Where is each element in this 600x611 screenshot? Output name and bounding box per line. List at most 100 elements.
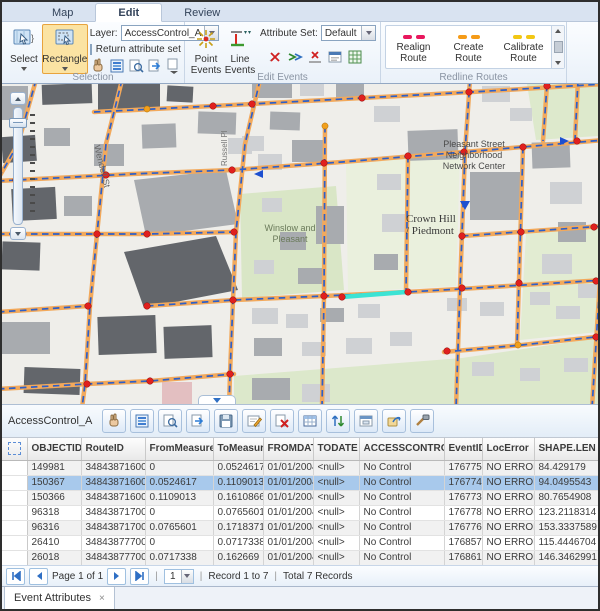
delete-event-icon[interactable] xyxy=(306,48,323,65)
attribute-grid-icon[interactable] xyxy=(346,48,363,65)
zoom-in-button[interactable] xyxy=(10,92,26,105)
cell: 0.0524617 xyxy=(213,460,263,475)
tab-edit[interactable]: Edit xyxy=(95,3,162,22)
selected-records-list-icon[interactable] xyxy=(130,409,154,433)
event-form-icon[interactable] xyxy=(326,48,343,65)
table-row[interactable]: 96316348438717000.07656010.171837101/01/… xyxy=(2,520,598,535)
map-zoom-slider[interactable] xyxy=(8,92,42,242)
rectangle-select-button[interactable]: Rectangle xyxy=(42,24,88,74)
row-selector[interactable] xyxy=(2,475,27,490)
table-row[interactable]: 963183484387170000.076560101/01/2004<nul… xyxy=(2,505,598,520)
rectangle-dropdown-caret[interactable] xyxy=(62,67,68,71)
table-row[interactable]: 264103484387770000.071733801/01/2004<nul… xyxy=(2,535,598,550)
row-selector[interactable] xyxy=(2,535,27,550)
bottom-tab-bar: Event Attributes × xyxy=(2,586,598,610)
zoom-out-button[interactable] xyxy=(10,227,26,240)
park-label: Pleasant xyxy=(272,234,308,244)
split-event-icon[interactable] xyxy=(266,48,283,65)
cell: 123.2118314 xyxy=(534,505,598,520)
row-selector[interactable] xyxy=(2,550,27,565)
first-page-button[interactable] xyxy=(6,568,25,585)
cell: 96318 xyxy=(27,505,81,520)
merge-events-icon[interactable] xyxy=(286,48,303,65)
table-row[interactable]: 1499813484387160000.052461701/01/2004<nu… xyxy=(2,460,598,475)
attribute-set-dropdown-caret[interactable] xyxy=(361,26,375,40)
column-header-tomeasure[interactable]: ToMeasure xyxy=(213,438,263,460)
show-table-icon[interactable] xyxy=(298,409,322,433)
cell: 80.7654908 xyxy=(534,490,598,505)
close-tab-icon[interactable]: × xyxy=(99,593,105,604)
open-window-icon[interactable] xyxy=(354,409,378,433)
previous-page-button[interactable] xyxy=(29,568,48,585)
select-all-header[interactable] xyxy=(2,438,27,460)
edit-attributes-icon[interactable] xyxy=(242,409,266,433)
line-events-icon xyxy=(228,27,252,54)
row-selector[interactable] xyxy=(2,505,27,520)
table-row[interactable]: 150366348438716000.11090130.161086601/01… xyxy=(2,490,598,505)
event-attributes-tab[interactable]: Event Attributes × xyxy=(4,587,115,610)
create-route-button[interactable]: CreateRoute xyxy=(441,26,496,68)
column-header-locerror[interactable]: LocError xyxy=(482,438,534,460)
redline-routes-group: RealignRoute CreateRoute CalibrateRoute … xyxy=(381,22,567,83)
tab-map[interactable]: Map xyxy=(30,4,95,21)
cell: 26018 xyxy=(27,550,81,565)
point-events-icon xyxy=(194,27,218,54)
page-number-select[interactable]: 1 xyxy=(164,569,194,584)
row-selector[interactable] xyxy=(2,490,27,505)
attribute-table-container[interactable]: OBJECTIDRouteIDFromMeasureToMeasureFROMD… xyxy=(2,437,598,565)
return-attribute-set-checkbox[interactable] xyxy=(90,44,92,55)
page-select-caret[interactable] xyxy=(181,570,193,583)
save-edits-icon[interactable] xyxy=(214,409,238,433)
collapse-arrow-icon xyxy=(213,398,221,403)
column-header-frommeasure[interactable]: FromMeasure xyxy=(145,438,213,460)
column-header-objectid[interactable]: OBJECTID xyxy=(27,438,81,460)
calibrate-route-button[interactable]: CalibrateRoute xyxy=(496,26,551,68)
line-events-button[interactable]: LineEvents xyxy=(223,24,257,79)
select-dropdown-caret[interactable] xyxy=(21,67,27,71)
zoom-to-selected-icon[interactable] xyxy=(158,409,182,433)
record-range-text: Record 1 to 7 xyxy=(208,571,268,582)
column-header-eventid[interactable]: EventID xyxy=(444,438,482,460)
export-records-icon[interactable] xyxy=(382,409,406,433)
table-tools-icon[interactable] xyxy=(410,409,434,433)
clear-selection-icon[interactable] xyxy=(102,409,126,433)
scrollbar-thumb[interactable] xyxy=(554,41,563,53)
district-label: Crown Hill xyxy=(406,213,456,225)
column-header-shape.len[interactable]: SHAPE.LEN xyxy=(534,438,598,460)
select-button[interactable]: } Select xyxy=(6,24,42,74)
zoom-slider-ticks xyxy=(30,114,35,218)
last-page-button[interactable] xyxy=(130,568,149,585)
map-view[interactable]: Wendell St Russell Pl Pleasant Street Ne… xyxy=(2,84,598,404)
application-window: Map Edit Review } Select xyxy=(0,0,600,611)
row-selector[interactable] xyxy=(2,460,27,475)
scroll-down-icon[interactable] xyxy=(553,58,564,68)
cell: 34843871700 xyxy=(81,505,145,520)
pan-to-selected-icon[interactable] xyxy=(186,409,210,433)
cell: No Control xyxy=(359,475,444,490)
next-page-button[interactable] xyxy=(107,568,126,585)
realign-route-button[interactable]: RealignRoute xyxy=(386,26,441,68)
zoom-slider-handle[interactable] xyxy=(9,118,27,128)
cell: 0.0524617 xyxy=(145,475,213,490)
column-header-todate[interactable]: TODATE xyxy=(313,438,359,460)
attribute-set-dropdown[interactable]: Default xyxy=(321,25,376,41)
svg-text:}: } xyxy=(31,33,34,43)
tab-review[interactable]: Review xyxy=(162,4,242,21)
scroll-up-icon[interactable] xyxy=(553,26,564,36)
column-header-accesscontrol[interactable]: ACCESSCONTROL xyxy=(359,438,444,460)
table-row[interactable]: 150367348438716000.05246170.110901301/01… xyxy=(2,475,598,490)
collapse-attribute-panel-tab[interactable] xyxy=(198,395,236,404)
column-header-routeid[interactable]: RouteID xyxy=(81,438,145,460)
cell: 146.3462991 xyxy=(534,550,598,565)
map-canvas[interactable]: Wendell St Russell Pl Pleasant Street Ne… xyxy=(2,84,598,404)
redline-gallery: RealignRoute CreateRoute CalibrateRoute xyxy=(385,25,565,69)
point-events-button[interactable]: PointEvents xyxy=(189,24,223,79)
redline-gallery-scrollbar[interactable] xyxy=(551,26,564,68)
sort-records-icon[interactable] xyxy=(326,409,350,433)
cell: <null> xyxy=(313,520,359,535)
delete-selected-icon[interactable] xyxy=(270,409,294,433)
column-header-fromdate[interactable]: FROMDATE xyxy=(263,438,313,460)
row-selector[interactable] xyxy=(2,520,27,535)
table-row[interactable]: 26018348438777000.07173380.16266901/01/2… xyxy=(2,550,598,565)
attribute-layer-name: AccessControl_A xyxy=(8,415,92,427)
